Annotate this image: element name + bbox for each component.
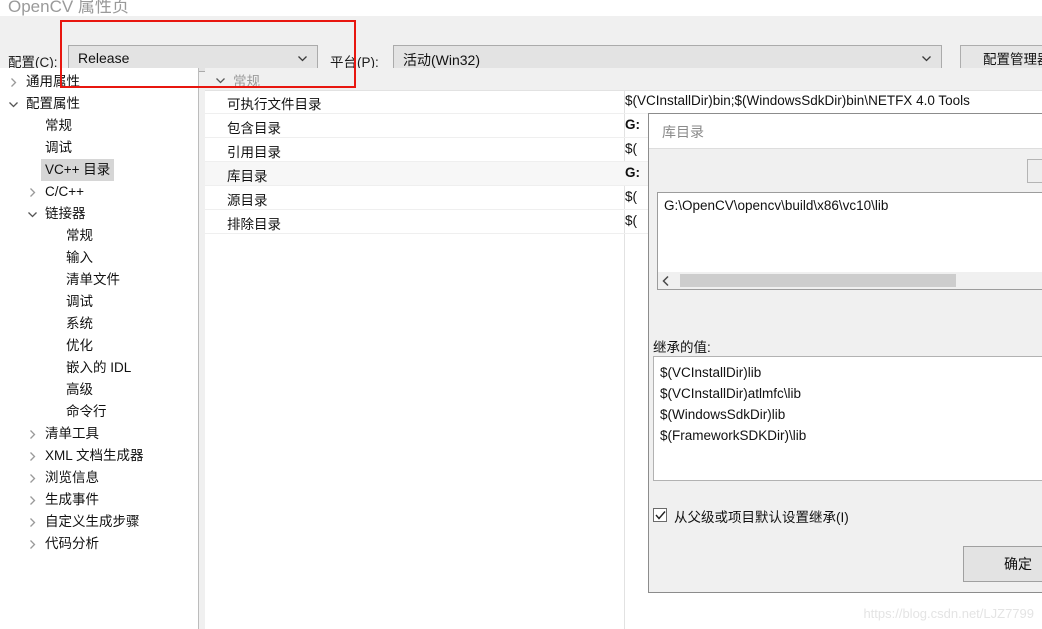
dialog-footer-divider [649, 592, 1042, 593]
tree-item-label: 配置属性 [26, 96, 80, 111]
tree-item[interactable]: 优化 [0, 335, 198, 357]
chevron-right-icon[interactable] [27, 517, 38, 528]
tree-item-label: 系统 [66, 316, 93, 331]
chevron-right-icon[interactable] [27, 429, 38, 440]
dialog-toolbar [649, 150, 1042, 190]
tree-item-label: 高级 [66, 382, 93, 397]
directory-entry[interactable]: G:\OpenCV\opencv\build\x86\vc10\lib [664, 198, 888, 213]
tree-item-label: XML 文档生成器 [45, 448, 144, 463]
tree-item[interactable]: 常规 [0, 225, 198, 247]
tree-item[interactable]: 生成事件 [0, 489, 198, 511]
property-name: 可执行文件目录 [227, 97, 322, 112]
chevron-right-icon[interactable] [8, 77, 19, 88]
tree-item[interactable]: 清单工具 [0, 423, 198, 445]
ok-button[interactable]: 确定 [963, 546, 1042, 582]
tree-item[interactable]: 通用属性 [0, 71, 198, 93]
property-name: 源目录 [227, 193, 268, 208]
property-name: 包含目录 [227, 121, 281, 136]
tree-item[interactable]: 命令行 [0, 401, 198, 423]
chevron-right-icon[interactable] [27, 187, 38, 198]
inherit-checkbox[interactable] [653, 508, 667, 522]
property-row[interactable]: 可执行文件目录 $(VCInstallDir)bin;$(WindowsSdkDi… [205, 90, 1042, 114]
tree-item[interactable]: 清单文件 [0, 269, 198, 291]
watermark: https://blog.csdn.net/LJZ7799 [863, 606, 1034, 621]
tree-item[interactable]: 调试 [0, 291, 198, 313]
tree-item[interactable]: 输入 [0, 247, 198, 269]
scrollbar-thumb[interactable] [680, 274, 956, 287]
configuration-value: Release [78, 50, 130, 66]
tree-item[interactable]: 配置属性 [0, 93, 198, 115]
tree-item[interactable]: 常规 [0, 115, 198, 137]
property-category-header[interactable]: 常规 [205, 68, 1042, 91]
dialog-title: 库目录 [662, 124, 704, 140]
tree-item-label: 清单文件 [66, 272, 120, 287]
property-value[interactable]: $(VCInstallDir)bin;$(WindowsSdkDir)bin\N… [625, 93, 1042, 108]
inherited-value-row: $(VCInstallDir)atlmfc\lib [660, 386, 802, 401]
tree-item[interactable]: 嵌入的 IDL [0, 357, 198, 379]
tree-item[interactable]: 高级 [0, 379, 198, 401]
toolbar-button[interactable] [1027, 159, 1042, 183]
tree-item[interactable]: 代码分析 [0, 533, 198, 555]
window-title: OpenCV 属性页 [8, 0, 129, 16]
tree-item[interactable]: 调试 [0, 137, 198, 159]
configuration-bar: 配置(C): Release 平台(P): 活动(Win32) 配置管理器( [0, 16, 1042, 74]
tree-item[interactable]: 自定义生成步骤 [0, 511, 198, 533]
library-directories-dialog: 库目录 G:\OpenCV\opencv\build\x86\vc10\lib … [648, 113, 1042, 593]
tree-item[interactable]: 链接器 [0, 203, 198, 225]
tree-item[interactable]: 浏览信息 [0, 467, 198, 489]
property-category-label: 常规 [233, 74, 260, 89]
tree-item-label: 自定义生成步骤 [45, 514, 140, 529]
property-name: 排除目录 [227, 217, 281, 232]
settings-tree[interactable]: 通用属性 配置属性 常规 调试 VC++ 目录 C/C++ 链接器 常规 输入 清单文件 调试 系统优… [0, 68, 199, 629]
tree-item-label: 清单工具 [45, 426, 99, 441]
tree-item-label: 链接器 [45, 206, 86, 221]
tree-item-label: 命令行 [66, 404, 107, 419]
tree-item-label: C/C++ [45, 184, 85, 199]
inherited-values-box: $(VCInstallDir)lib $(VCInstallDir)atlmfc\… [653, 356, 1042, 481]
chevron-down-icon[interactable] [8, 99, 19, 110]
platform-value: 活动(Win32) [403, 52, 481, 68]
tree-item-label: 调试 [45, 140, 72, 155]
property-name: 引用目录 [227, 145, 281, 160]
window-titlebar: OpenCV 属性页 [0, 0, 1042, 16]
horizontal-scrollbar[interactable] [657, 272, 1042, 290]
chevron-right-icon[interactable] [27, 473, 38, 484]
inherited-values-label: 继承的值: [653, 340, 711, 355]
inherited-value-row: $(FrameworkSDKDir)\lib [660, 428, 807, 443]
tree-item[interactable]: C/C++ [0, 181, 198, 203]
chevron-right-icon[interactable] [27, 539, 38, 550]
chevron-down-icon[interactable] [27, 209, 38, 220]
tree-item[interactable]: XML 文档生成器 [0, 445, 198, 467]
property-pages-window: OpenCV 属性页 配置(C): Release 平台(P): 活动(Win3… [0, 0, 1042, 629]
tree-item-label: 通用属性 [26, 74, 80, 89]
scroll-left-icon[interactable] [660, 275, 672, 287]
property-name: 库目录 [227, 169, 268, 184]
tree-item-label: VC++ 目录 [41, 159, 115, 181]
chevron-down-icon [297, 53, 308, 64]
tree-item-label: 调试 [66, 294, 93, 309]
inherited-value-row: $(WindowsSdkDir)lib [660, 407, 786, 422]
inherit-checkbox-label: 从父级或项目默认设置继承(I) [674, 510, 849, 525]
tree-item-label: 生成事件 [45, 492, 99, 507]
tree-item-label: 浏览信息 [45, 470, 99, 485]
chevron-down-icon[interactable] [215, 74, 226, 85]
tree-item-label: 常规 [45, 118, 72, 133]
tree-item-label: 常规 [66, 228, 93, 243]
tree-item[interactable]: 系统 [0, 313, 198, 335]
inherited-value-row: $(VCInstallDir)lib [660, 365, 762, 380]
tree-item-label: 优化 [66, 338, 93, 353]
chevron-right-icon[interactable] [27, 495, 38, 506]
tree-item-label: 代码分析 [45, 536, 99, 551]
dialog-header: 库目录 [649, 114, 1042, 149]
tree-item[interactable]: VC++ 目录 [0, 159, 198, 181]
tree-item-label: 输入 [66, 250, 93, 265]
chevron-down-icon [921, 53, 932, 64]
tree-item-label: 嵌入的 IDL [66, 360, 132, 375]
chevron-right-icon[interactable] [27, 451, 38, 462]
